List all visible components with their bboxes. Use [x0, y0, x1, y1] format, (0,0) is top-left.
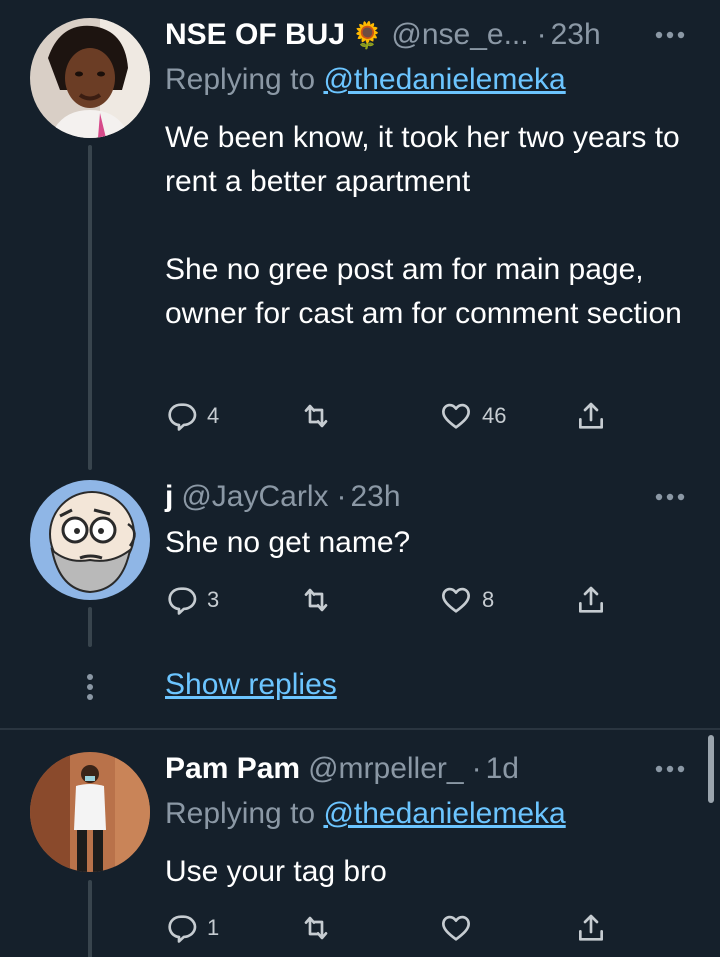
replying-to-label: Replying to	[165, 797, 324, 830]
tweet-actions: 1	[165, 910, 625, 946]
heart-icon	[442, 587, 470, 613]
reply-button[interactable]: 3	[165, 582, 219, 618]
tweet-header: Pam Pam @mrpeller_ · 1d	[165, 749, 690, 789]
tweet-text-line: We been know, it took her two years to r…	[165, 121, 680, 198]
tweet-text-line: She no get name?	[165, 526, 411, 559]
reply-icon	[168, 403, 197, 431]
replying-to-link[interactable]: @thedanielemeka	[323, 797, 565, 830]
tweet-thread: NSE OF BUJ 🌻 @nse_e... · 23h Replying to…	[0, 0, 720, 957]
separator-dot: ·	[336, 480, 347, 513]
replying-to: Replying to @thedanielemeka	[165, 797, 566, 831]
avatar-jay[interactable]	[30, 480, 150, 600]
heart-icon	[442, 915, 470, 941]
user-handle[interactable]: @JayCarlx	[181, 480, 328, 514]
sunflower-emoji: 🌻	[351, 19, 384, 50]
like-button[interactable]: 8	[440, 582, 494, 618]
avatar-nse[interactable]	[30, 18, 150, 138]
reply-icon	[168, 915, 197, 943]
thread-connector	[88, 880, 92, 957]
avatar-pampam[interactable]	[30, 752, 150, 872]
show-replies-link[interactable]: Show replies	[165, 668, 337, 702]
replying-to-label: Replying to	[165, 63, 324, 96]
user-handle[interactable]: @mrpeller_	[308, 752, 464, 786]
share-button[interactable]	[575, 910, 607, 946]
tweet-text-line: She no gree post am for main page, owner…	[165, 253, 682, 330]
retweet-icon	[304, 404, 328, 428]
tweet-actions: 3 8	[165, 582, 625, 618]
scrollbar[interactable]	[708, 735, 714, 803]
separator-dot: ·	[471, 752, 482, 785]
more-icon[interactable]	[650, 15, 690, 55]
reply-count: 4	[207, 403, 220, 428]
reply-button[interactable]: 1	[165, 910, 219, 946]
like-button[interactable]: 46	[440, 398, 506, 434]
heart-icon	[442, 403, 470, 429]
display-name[interactable]: Pam Pam	[165, 752, 300, 786]
like-button[interactable]	[440, 910, 482, 946]
tweet-text: Use your tag bro	[165, 850, 685, 894]
reply-icon	[168, 587, 197, 615]
user-handle[interactable]: @nse_e...	[391, 18, 528, 52]
retweet-icon	[304, 588, 328, 612]
tweet-text: We been know, it took her two years to r…	[165, 116, 685, 336]
share-button[interactable]	[575, 398, 607, 434]
tweet-header: NSE OF BUJ 🌻 @nse_e... · 23h	[165, 15, 690, 55]
thread-connector	[88, 145, 92, 470]
replying-to-link[interactable]: @thedanielemeka	[323, 63, 565, 96]
tweet-text-line: Use your tag bro	[165, 855, 387, 888]
replying-to: Replying to @thedanielemeka	[165, 63, 566, 97]
tweet-text: She no get name?	[165, 521, 685, 565]
divider	[0, 728, 720, 730]
share-button[interactable]	[575, 582, 607, 618]
tweet-time[interactable]: 1d	[486, 752, 519, 786]
share-icon	[579, 586, 603, 613]
tweet-actions: 4 46	[165, 398, 625, 434]
tweet-time[interactable]: 23h	[351, 480, 401, 514]
like-count: 8	[482, 587, 495, 612]
more-icon[interactable]	[650, 477, 690, 517]
retweet-button[interactable]	[300, 398, 342, 434]
display-name[interactable]: NSE OF BUJ	[165, 18, 345, 52]
more-icon[interactable]	[650, 749, 690, 789]
reply-count: 3	[207, 587, 220, 612]
thread-connector	[88, 607, 92, 647]
display-name[interactable]: j	[165, 480, 173, 514]
like-count: 46	[482, 403, 507, 428]
share-icon	[579, 402, 603, 429]
retweet-icon	[304, 916, 328, 940]
share-icon	[579, 914, 603, 941]
retweet-button[interactable]	[300, 910, 342, 946]
reply-button[interactable]: 4	[165, 398, 219, 434]
tweet-header: j @JayCarlx · 23h	[165, 477, 690, 517]
separator-dot: ·	[536, 18, 547, 51]
retweet-button[interactable]	[300, 582, 342, 618]
more-replies-dots-icon	[86, 672, 94, 702]
reply-count: 1	[207, 915, 220, 940]
tweet-time[interactable]: 23h	[551, 18, 601, 52]
